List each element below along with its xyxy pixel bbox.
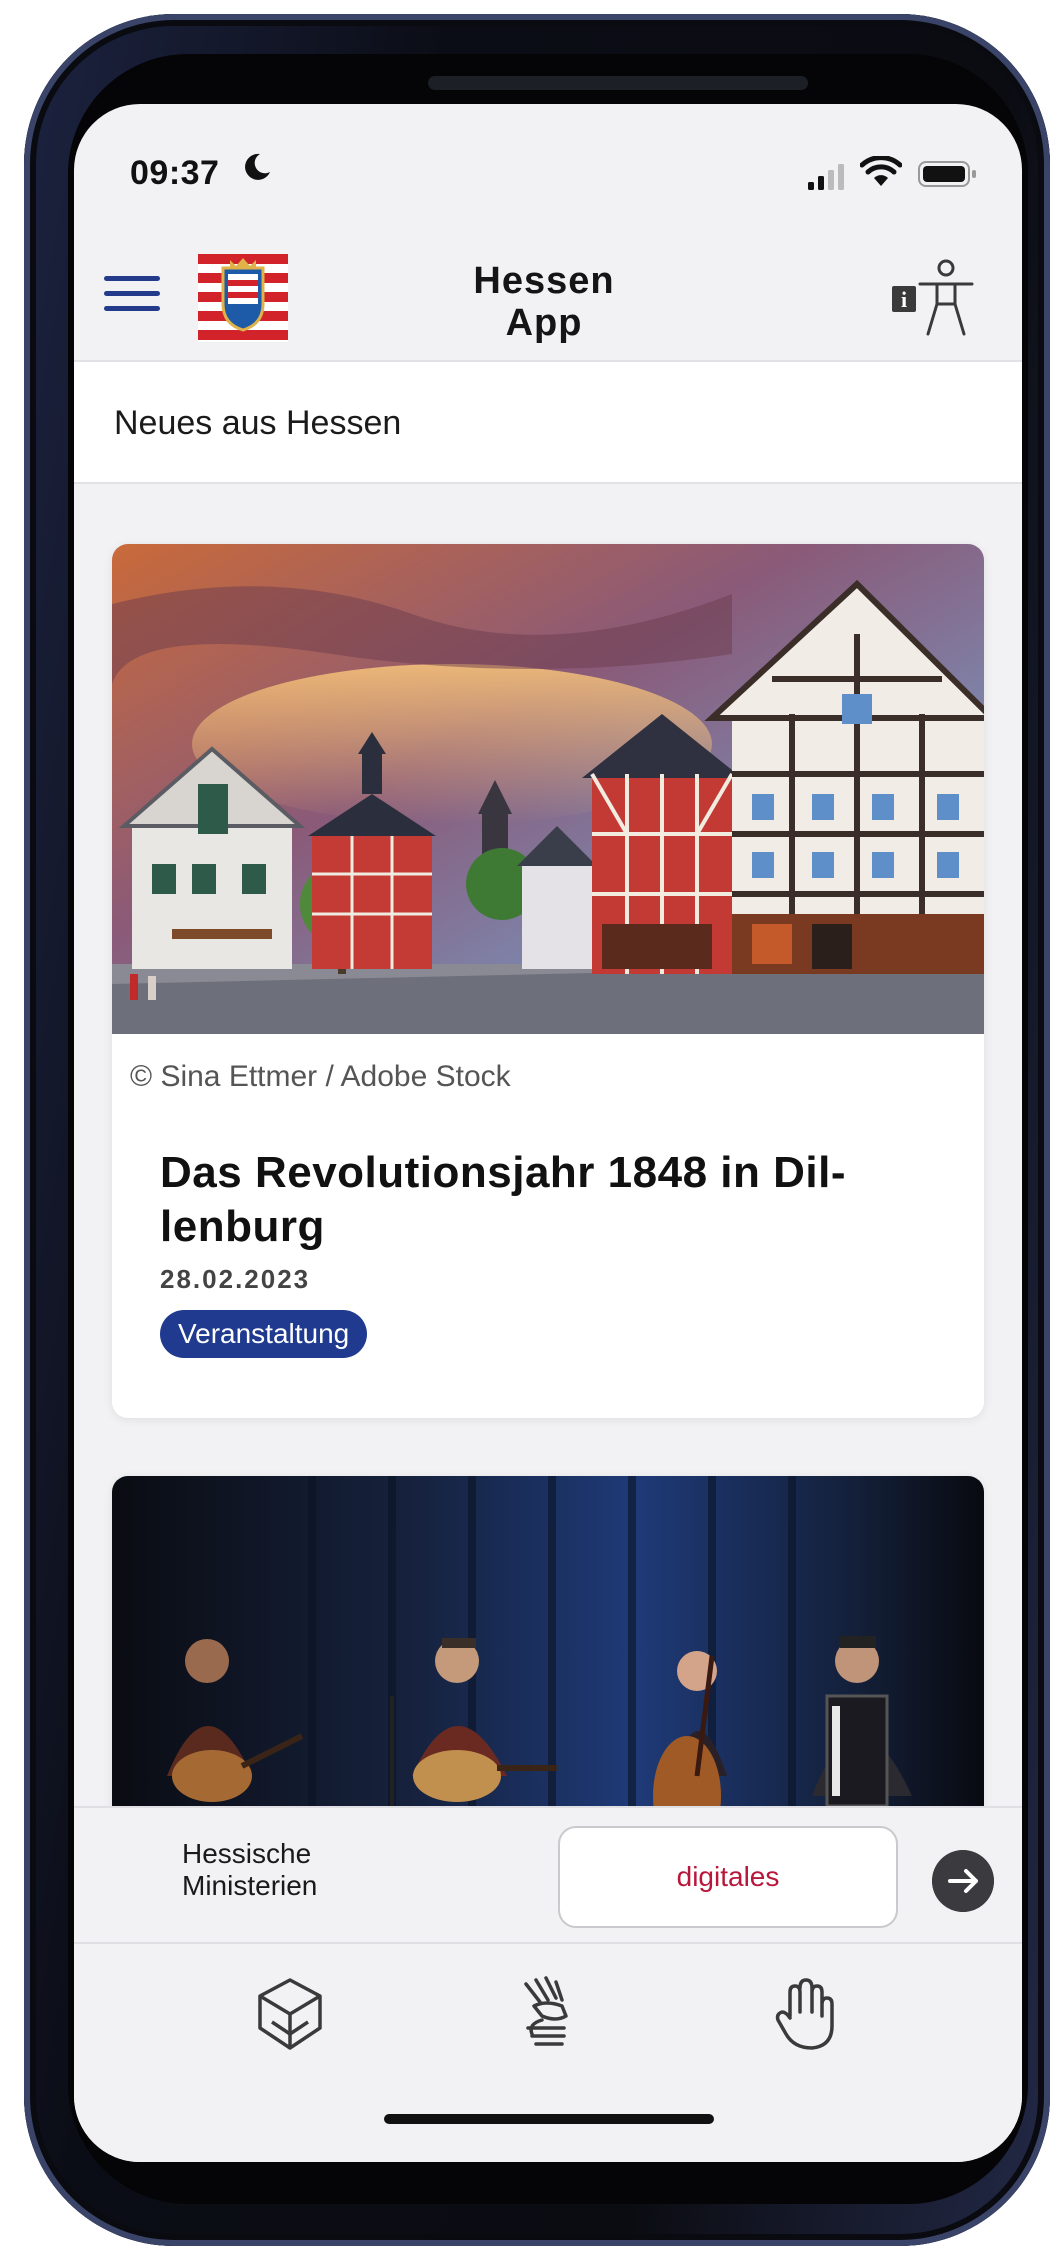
card-date: 28.02.2023	[160, 1264, 311, 1294]
sign-language-icon[interactable]	[506, 1972, 590, 2056]
folk-band-on-stage-photo	[112, 1476, 984, 1824]
ministries-label-line1: Hessische	[182, 1838, 312, 1869]
section-header: Neues aus Hessen	[74, 362, 1022, 484]
app-header: Hessen App i	[74, 234, 1022, 362]
digitales-button[interactable]: digitales	[558, 1826, 898, 1928]
arrow-right-circle-icon[interactable]	[932, 1850, 994, 1912]
news-feed[interactable]: © Sina Ettmer / Adobe Stock Das Revoluti…	[74, 486, 1022, 1824]
earpiece	[428, 76, 808, 90]
accessibility-info-icon[interactable]: i	[890, 254, 976, 340]
app-title-line2: App	[505, 302, 583, 344]
menu-line	[104, 276, 160, 281]
status-bar: 09:37	[74, 104, 1022, 234]
book-heart-icon[interactable]	[248, 1972, 332, 2056]
wifi-icon	[860, 156, 902, 186]
signal-icon	[808, 164, 844, 190]
hand-icon[interactable]	[764, 1972, 848, 2056]
section-title: Neues aus Hessen	[114, 404, 402, 442]
menu-line	[104, 306, 160, 311]
battery-icon	[918, 161, 976, 187]
bottom-navigation	[74, 1946, 1022, 2162]
news-card[interactable]	[112, 1476, 984, 1824]
hamburger-menu-icon[interactable]	[104, 276, 164, 318]
card-title[interactable]: Das Revolutionsjahr 1848 in Dil-lenburg	[160, 1146, 950, 1254]
screen: 09:37 Hessen App i Neues aus Hessen © Si…	[74, 104, 1022, 2162]
menu-line	[104, 291, 160, 296]
app-title-line1: Hessen	[473, 260, 615, 302]
svg-text:i: i	[901, 287, 907, 312]
ministries-link[interactable]: Hessische Ministerien	[182, 1838, 317, 1902]
half-timbered-town-square-photo	[112, 544, 984, 1034]
app-title: Hessen App	[414, 260, 674, 344]
photo-credit: © Sina Ettmer / Adobe Stock	[130, 1060, 511, 1093]
hessen-coat-of-arms-logo[interactable]	[198, 254, 288, 342]
category-tag[interactable]: Veranstaltung	[160, 1310, 368, 1358]
link-bar: Hessische Ministerien digitales	[74, 1806, 1022, 1944]
news-card[interactable]: © Sina Ettmer / Adobe Stock Das Revoluti…	[112, 544, 984, 1418]
status-time: 09:37	[130, 154, 220, 192]
home-indicator[interactable]	[384, 2114, 714, 2124]
ministries-label-line2: Ministerien	[182, 1870, 318, 1901]
moon-icon	[245, 153, 270, 180]
